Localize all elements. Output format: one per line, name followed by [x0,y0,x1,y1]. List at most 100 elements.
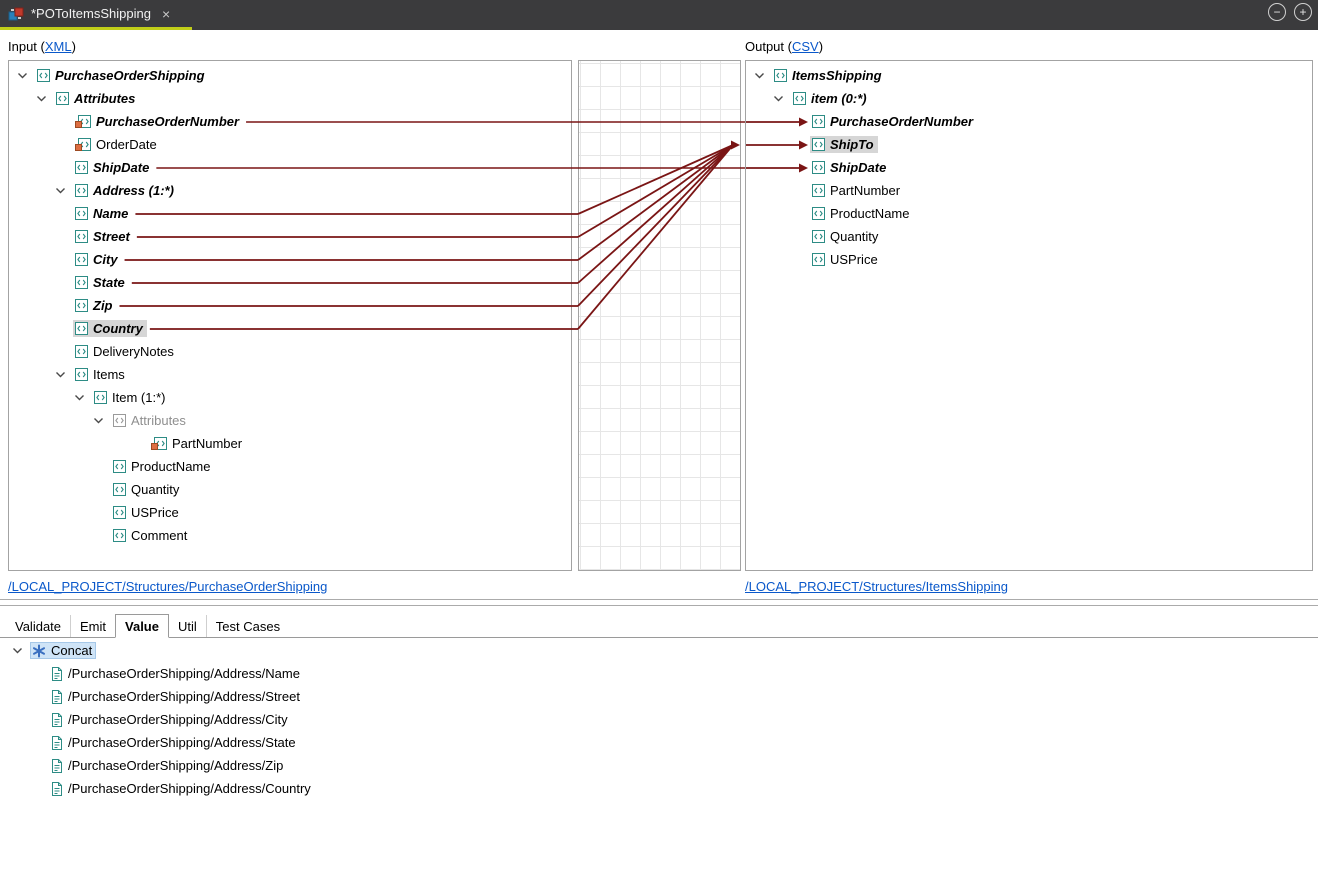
node[interactable]: Attributes [54,90,139,107]
node[interactable]: /PurchaseOrderShipping/Address/City [49,711,292,728]
node[interactable]: ProductName [810,205,913,222]
tab-value[interactable]: Value [115,614,169,638]
tree-node-out-Quantity[interactable]: Quantity [746,225,1312,248]
tree-node-fn-arg-4[interactable]: /PurchaseOrderShipping/Address/Zip [0,754,1318,777]
chevron-down-icon[interactable] [55,187,73,195]
tree-node-in-Country[interactable]: Country [9,317,571,340]
node[interactable]: PurchaseOrderShipping [35,67,209,84]
input-structure-link[interactable]: /LOCAL_PROJECT/Structures/PurchaseOrderS… [8,579,327,594]
tree-node-in-ProductName[interactable]: ProductName [9,455,571,478]
node-label: Attributes [131,413,186,428]
tree-node-in-OrderDate[interactable]: OrderDate [9,133,571,156]
node[interactable]: Comment [111,527,191,544]
chevron-down-icon[interactable] [12,647,30,655]
node[interactable]: Attributes [111,412,190,429]
chevron-down-icon[interactable] [93,417,111,425]
tree-node-in-PurchaseOrderNumber[interactable]: PurchaseOrderNumber [9,110,571,133]
node[interactable]: Items [73,366,129,383]
chevron-down-icon[interactable] [36,95,54,103]
tree-node-in-Item[interactable]: Item (1:*) [9,386,571,409]
node[interactable]: ItemsShipping [772,67,886,84]
collapse-icon[interactable]: − [1268,3,1286,21]
node[interactable]: PurchaseOrderNumber [810,113,977,130]
output-format-link[interactable]: CSV [792,39,819,54]
document-tab[interactable]: *POToItemsShipping × [0,0,180,27]
node[interactable]: /PurchaseOrderShipping/Address/Country [49,780,315,797]
selected-node[interactable]: Concat [30,642,96,659]
tree-node-fn-arg-5[interactable]: /PurchaseOrderShipping/Address/Country [0,777,1318,800]
node[interactable]: /PurchaseOrderShipping/Address/Zip [49,757,287,774]
node[interactable]: ProductName [111,458,214,475]
tab-util[interactable]: Util [169,615,206,637]
close-icon[interactable]: × [162,6,170,22]
node[interactable]: /PurchaseOrderShipping/Address/Name [49,665,304,682]
node[interactable]: /PurchaseOrderShipping/Address/Street [49,688,304,705]
tree-node-in-Street[interactable]: Street [9,225,571,248]
node[interactable]: Quantity [111,481,183,498]
tree-node-in-PartNumber[interactable]: PartNumber [9,432,571,455]
tree-node-out-root[interactable]: ItemsShipping [746,64,1312,87]
tab-validate[interactable]: Validate [6,615,70,637]
node[interactable]: Street [73,228,134,245]
node[interactable]: /PurchaseOrderShipping/Address/State [49,734,300,751]
chevron-down-icon[interactable] [55,371,73,379]
node[interactable]: USPrice [810,251,882,268]
node[interactable]: Item (1:*) [92,389,169,406]
tree-node-in-Comment[interactable]: Comment [9,524,571,547]
node[interactable]: ShipDate [73,159,153,176]
mapping-canvas[interactable] [578,60,741,571]
chevron-down-icon[interactable] [773,95,791,103]
chevron-down-icon[interactable] [17,72,35,80]
selected-node[interactable]: Country [73,320,147,337]
tree-node-in-Name[interactable]: Name [9,202,571,225]
tree-node-fn-arg-1[interactable]: /PurchaseOrderShipping/Address/Street [0,685,1318,708]
node[interactable]: item (0:*) [791,90,871,107]
tree-node-in-DeliveryNotes[interactable]: DeliveryNotes [9,340,571,363]
input-format-link[interactable]: XML [45,39,72,54]
expand-icon[interactable]: + [1294,3,1312,21]
node[interactable]: PurchaseOrderNumber [73,113,243,130]
tree-node-in-Quantity[interactable]: Quantity [9,478,571,501]
node[interactable]: Name [73,205,132,222]
tree-node-fn-arg-0[interactable]: /PurchaseOrderShipping/Address/Name [0,662,1318,685]
tree-node-out-PartNumber[interactable]: PartNumber [746,179,1312,202]
tree-node-out-item[interactable]: item (0:*) [746,87,1312,110]
node[interactable]: OrderDate [73,136,161,153]
output-structure-link[interactable]: /LOCAL_PROJECT/Structures/ItemsShipping [745,579,1008,594]
node[interactable]: Address (1:*) [73,182,178,199]
tab-test-cases[interactable]: Test Cases [206,615,289,637]
node[interactable]: PartNumber [810,182,904,199]
tree-node-in-item-attributes[interactable]: Attributes [9,409,571,432]
tree-node-fn-concat[interactable]: Concat [0,639,1318,662]
node-label: /PurchaseOrderShipping/Address/Street [68,689,300,704]
node[interactable]: ShipDate [810,159,890,176]
tree-node-in-Zip[interactable]: Zip [9,294,571,317]
tree-node-out-ShipTo[interactable]: ShipTo [746,133,1312,156]
node[interactable]: City [73,251,122,268]
tree-node-out-USPrice[interactable]: USPrice [746,248,1312,271]
tab-emit[interactable]: Emit [70,615,115,637]
tree-node-out-ShipDate[interactable]: ShipDate [746,156,1312,179]
node[interactable]: PartNumber [149,435,246,452]
tree-node-in-ShipDate[interactable]: ShipDate [9,156,571,179]
tree-node-in-Items[interactable]: Items [9,363,571,386]
node[interactable]: Zip [73,297,117,314]
node[interactable]: USPrice [111,504,183,521]
tree-node-out-ProductName[interactable]: ProductName [746,202,1312,225]
chevron-down-icon[interactable] [74,394,92,402]
node[interactable]: DeliveryNotes [73,343,178,360]
tree-node-fn-arg-3[interactable]: /PurchaseOrderShipping/Address/State [0,731,1318,754]
tree-node-in-Address[interactable]: Address (1:*) [9,179,571,202]
tree-node-fn-arg-2[interactable]: /PurchaseOrderShipping/Address/City [0,708,1318,731]
horizontal-splitter[interactable] [0,599,1318,606]
node[interactable]: State [73,274,129,291]
tree-node-in-USPrice[interactable]: USPrice [9,501,571,524]
tree-node-out-PurchaseOrderNumber[interactable]: PurchaseOrderNumber [746,110,1312,133]
selected-node[interactable]: ShipTo [810,136,878,153]
tree-node-in-root[interactable]: PurchaseOrderShipping [9,64,571,87]
chevron-down-icon[interactable] [754,72,772,80]
tree-node-in-State[interactable]: State [9,271,571,294]
tree-node-in-attributes[interactable]: Attributes [9,87,571,110]
tree-node-in-City[interactable]: City [9,248,571,271]
node[interactable]: Quantity [810,228,882,245]
